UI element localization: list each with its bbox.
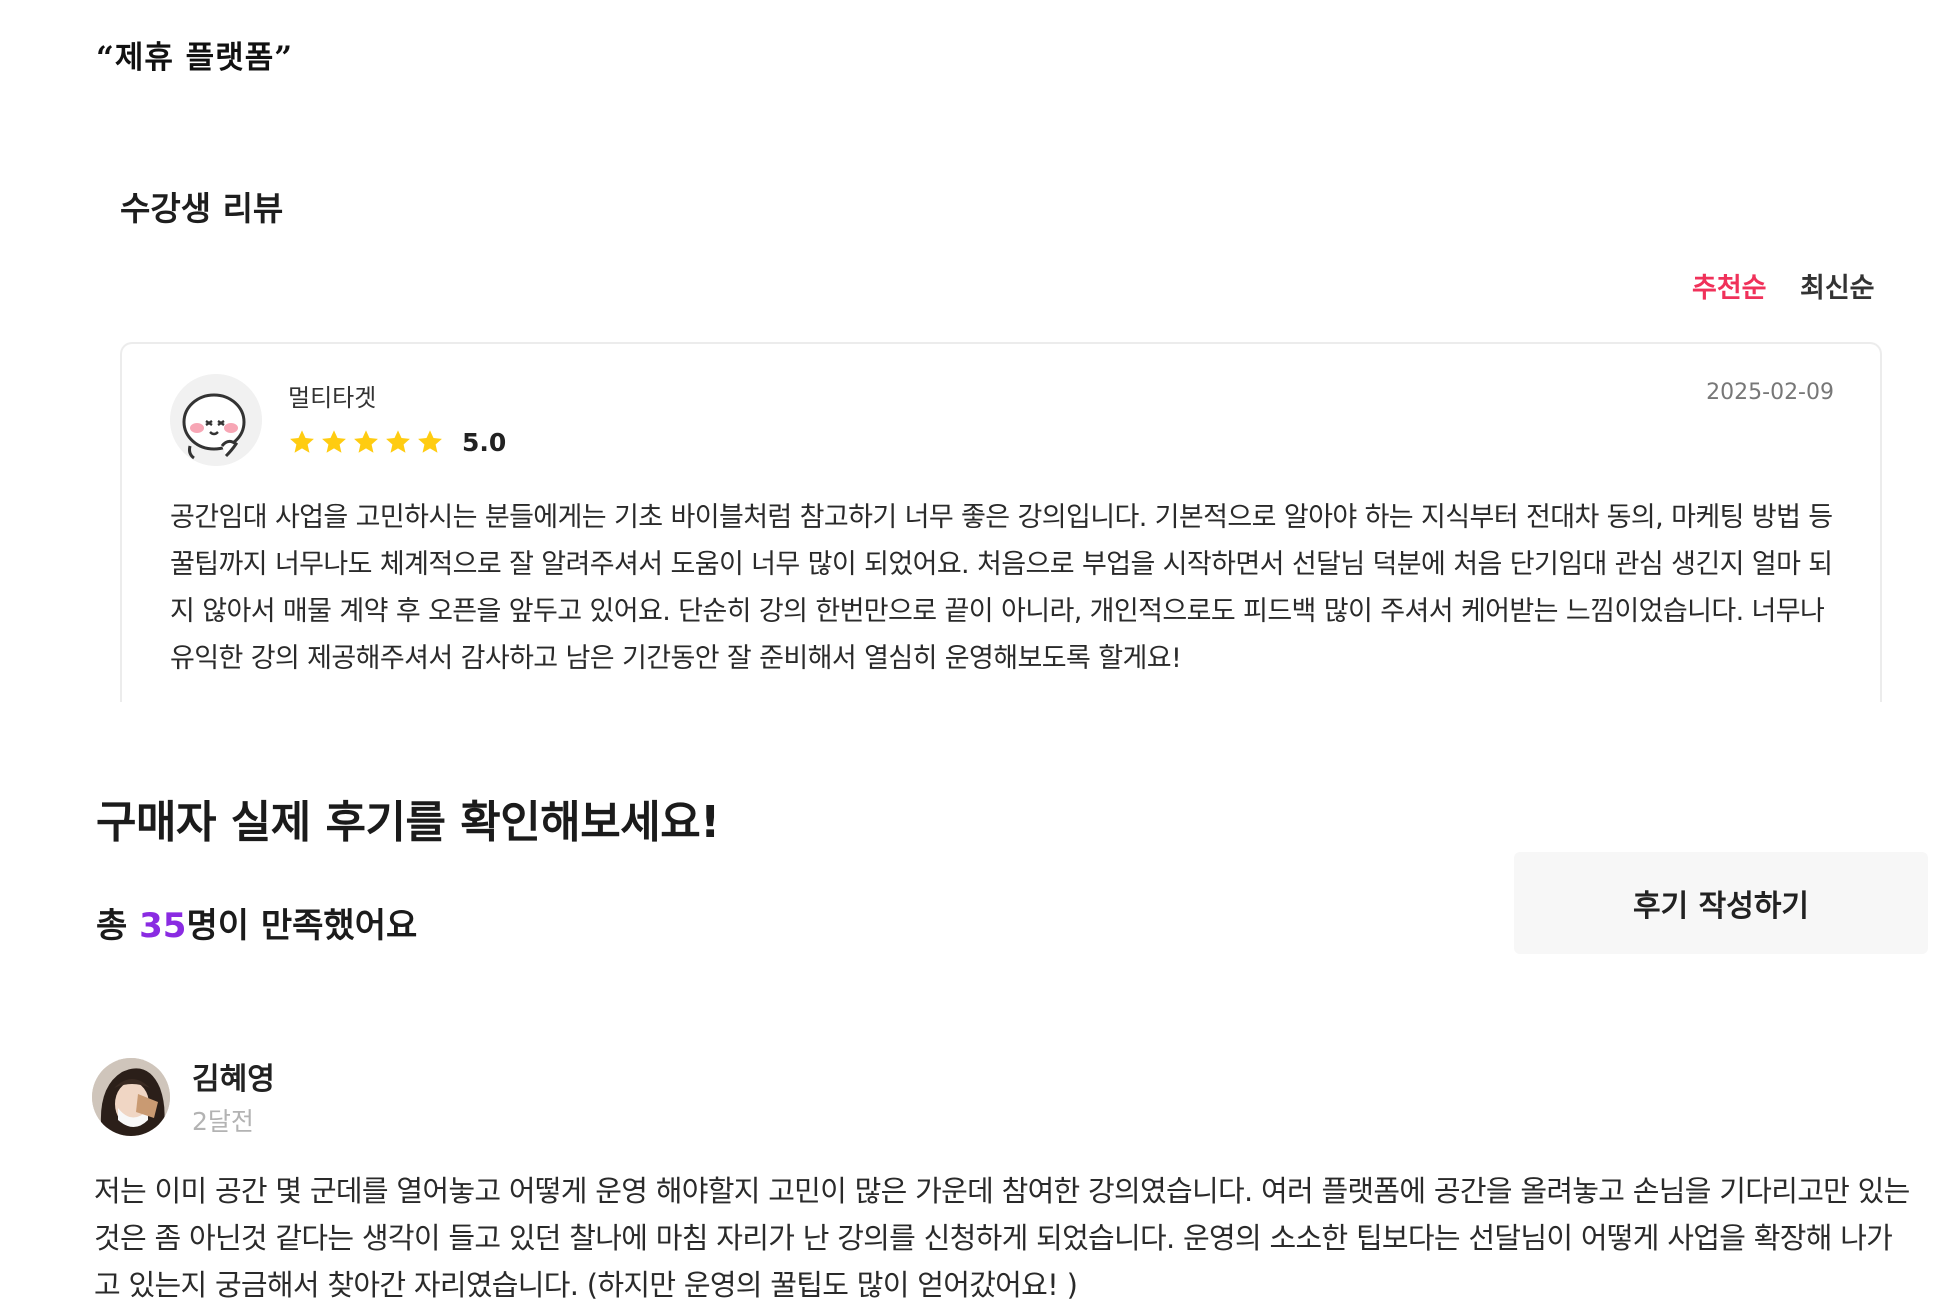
satisfied-suffix: 명이 만족했어요 bbox=[186, 906, 418, 946]
buyer-reviewer-name: 김혜영 bbox=[192, 1062, 275, 1097]
buyer-review-body: 저는 이미 공간 몇 군데를 열어놓고 어떻게 운영 해야할지 고민이 많은 가… bbox=[94, 1174, 1910, 1302]
sort-recommended-tab[interactable]: 추천순 bbox=[1692, 266, 1767, 305]
satisfied-prefix: 총 bbox=[96, 906, 140, 946]
section-label: “제휴 플랫폼” bbox=[96, 40, 294, 76]
buyer-review-time: 2달전 bbox=[192, 1107, 254, 1136]
cute-face-avatar-icon bbox=[170, 374, 262, 466]
star-icon bbox=[290, 430, 314, 453]
star-icon bbox=[418, 430, 442, 453]
review-date: 2025-02-09 bbox=[1706, 380, 1834, 405]
sort-latest-tab[interactable]: 최신순 bbox=[1800, 266, 1875, 305]
star-rating bbox=[288, 428, 444, 456]
reviewer-avatar bbox=[92, 1058, 170, 1136]
satisfied-count-text: 총 35명이 만족했어요 bbox=[96, 898, 417, 947]
star-icon bbox=[386, 430, 410, 453]
student-review-card: 멀티타겟 5.0 2025-02-09 공간임대 사업을 고민하시는 분들에게는… bbox=[120, 342, 1882, 702]
review-body: 공간임대 사업을 고민하시는 분들에게는 기초 바이블처럼 참고하기 너무 좋은… bbox=[170, 502, 1833, 674]
star-icon bbox=[354, 430, 378, 453]
reviewer-name: 멀티타겟 bbox=[288, 384, 377, 412]
star-icon bbox=[322, 430, 346, 453]
satisfied-count: 35 bbox=[139, 906, 187, 946]
buyer-reviews-heading: 구매자 실제 후기를 확인해보세요! bbox=[96, 797, 720, 848]
student-reviews-title: 수강생 리뷰 bbox=[120, 189, 284, 228]
write-review-button[interactable]: 후기 작성하기 bbox=[1514, 852, 1928, 954]
rating-value: 5.0 bbox=[462, 428, 507, 457]
